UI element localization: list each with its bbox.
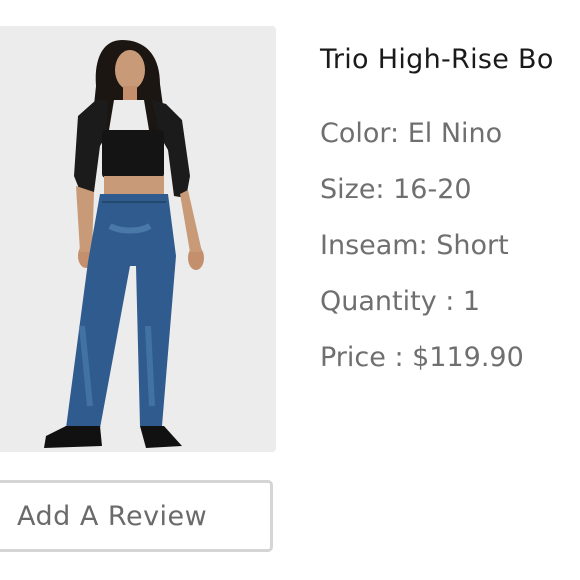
product-size: Size: 16-20: [320, 174, 472, 205]
product-quantity: Quantity : 1: [320, 286, 481, 317]
product-title[interactable]: Trio High-Rise Bo: [320, 40, 580, 80]
product-details: Trio High-Rise Bo Color: El Nino Size: 1…: [320, 40, 580, 386]
add-review-button[interactable]: Add A Review: [0, 480, 273, 552]
product-inseam: Inseam: Short: [320, 230, 509, 261]
order-item-card: Trio High-Rise Bo Color: El Nino Size: 1…: [0, 0, 580, 580]
product-image[interactable]: [0, 26, 276, 452]
product-price: Price : $119.90: [320, 342, 524, 373]
product-color: Color: El Nino: [320, 118, 503, 149]
